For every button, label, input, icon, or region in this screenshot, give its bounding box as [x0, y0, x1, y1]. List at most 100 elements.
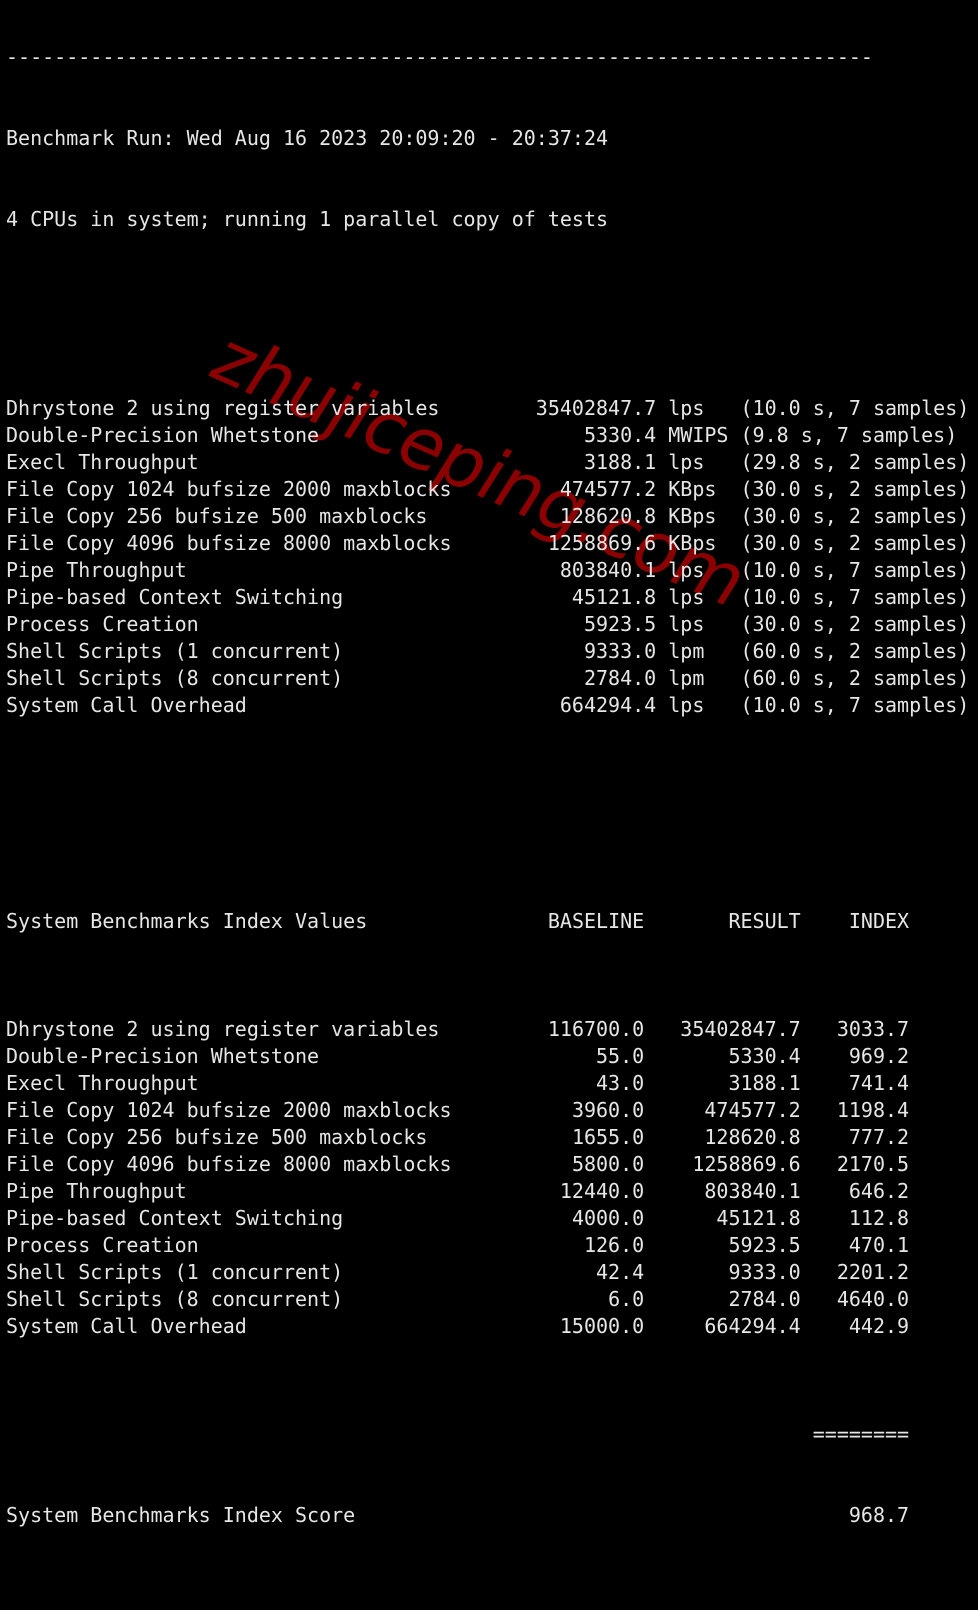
- test-name: Double-Precision Whetstone: [6, 423, 320, 447]
- index-test-name: Double-Precision Whetstone: [6, 1044, 320, 1068]
- baseline-value: 126.0: [583, 1233, 645, 1257]
- index-test-name: Shell Scripts (1 concurrent): [6, 1260, 344, 1284]
- index-table-row: File Copy 1024 bufsize 2000 maxblocks 396…: [6, 1097, 978, 1124]
- index-test-name: Execl Throughput: [6, 1071, 199, 1095]
- test-value: 9333.0: [583, 639, 657, 663]
- index-table-row: Process Creation 126.0 5923.5 470.1: [6, 1232, 978, 1259]
- test-name: File Copy 1024 bufsize 2000 maxblocks: [6, 477, 452, 501]
- index-table-row: File Copy 256 bufsize 500 maxblocks 1655.…: [6, 1124, 978, 1151]
- separator-text: ----------------------------------------…: [6, 45, 873, 69]
- index-value: 969.2: [848, 1044, 910, 1068]
- test-name: Pipe-based Context Switching: [6, 585, 344, 609]
- test-detail: (60.0 s, 2 samples): [740, 666, 970, 690]
- result-row: File Copy 1024 bufsize 2000 maxblocks 474…: [6, 476, 978, 503]
- result-value: 35402847.7: [680, 1017, 801, 1041]
- test-unit: lpm: [668, 666, 705, 690]
- test-name: Shell Scripts (1 concurrent): [6, 639, 344, 663]
- test-name: Dhrystone 2 using register variables: [6, 396, 440, 420]
- test-value: 5923.5: [583, 612, 657, 636]
- test-detail: (60.0 s, 2 samples): [740, 639, 970, 663]
- test-unit: lps: [668, 450, 705, 474]
- index-value: 442.9: [848, 1314, 910, 1338]
- index-value: 112.8: [848, 1206, 910, 1230]
- test-detail: (10.0 s, 7 samples): [740, 558, 970, 582]
- test-unit: lps: [668, 693, 705, 717]
- index-value: 741.4: [848, 1071, 910, 1095]
- index-value: 470.1: [848, 1233, 910, 1257]
- index-table-row: System Call Overhead 15000.0 664294.4 442.9: [6, 1313, 978, 1340]
- index-value: 1198.4: [836, 1098, 910, 1122]
- score-separator: ========: [812, 1422, 910, 1446]
- test-detail: (30.0 s, 2 samples): [740, 612, 970, 636]
- index-score-value: 968.7: [848, 1503, 910, 1527]
- index-table-row: Double-Precision Whetstone 55.0 5330.4 969.…: [6, 1043, 978, 1070]
- baseline-value: 12440.0: [559, 1179, 645, 1203]
- result-value: 45121.8: [716, 1206, 801, 1230]
- column-header-baseline: BASELINE: [547, 909, 645, 933]
- column-header-index: INDEX: [848, 909, 910, 933]
- index-value: 777.2: [848, 1125, 910, 1149]
- test-value: 128620.8: [559, 504, 657, 528]
- result-row: Process Creation 5923.5 lps (30.0 s, 2 samp…: [6, 611, 978, 638]
- test-detail: (10.0 s, 7 samples): [740, 585, 970, 609]
- result-value: 128620.8: [704, 1125, 801, 1149]
- baseline-value: 6.0: [608, 1287, 645, 1311]
- test-detail: (9.8 s, 7 samples): [740, 423, 958, 447]
- index-value: 646.2: [848, 1179, 910, 1203]
- baseline-value: 55.0: [596, 1044, 645, 1068]
- result-value: 5330.4: [728, 1044, 801, 1068]
- test-unit: lps: [668, 612, 705, 636]
- test-detail: (30.0 s, 2 samples): [740, 477, 970, 501]
- benchmark-run-line: Benchmark Run: Wed Aug 16 2023 20:09:20 …: [6, 125, 978, 152]
- test-value: 474577.2: [559, 477, 657, 501]
- test-value: 2784.0: [583, 666, 657, 690]
- baseline-value: 5800.0: [571, 1152, 645, 1176]
- test-detail: (10.0 s, 7 samples): [740, 693, 970, 717]
- index-test-name: File Copy 256 bufsize 500 maxblocks: [6, 1125, 428, 1149]
- index-value: 4640.0: [836, 1287, 910, 1311]
- test-name: Execl Throughput: [6, 450, 199, 474]
- index-table-row: Execl Throughput 43.0 3188.1 741.4: [6, 1070, 978, 1097]
- terminal-output: ----------------------------------------…: [6, 0, 978, 1556]
- baseline-value: 43.0: [596, 1071, 645, 1095]
- test-name: Process Creation: [6, 612, 199, 636]
- result-value: 474577.2: [704, 1098, 801, 1122]
- index-test-name: File Copy 4096 bufsize 8000 maxblocks: [6, 1152, 452, 1176]
- baseline-value: 1655.0: [571, 1125, 645, 1149]
- separator-line: ----------------------------------------…: [6, 44, 978, 71]
- test-name: File Copy 256 bufsize 500 maxblocks: [6, 504, 428, 528]
- test-detail: (30.0 s, 2 samples): [740, 504, 970, 528]
- baseline-value: 4000.0: [571, 1206, 645, 1230]
- index-table-row: Pipe-based Context Switching 4000.0 45121.…: [6, 1205, 978, 1232]
- test-unit: KBps: [668, 504, 717, 528]
- index-test-name: System Call Overhead: [6, 1314, 247, 1338]
- results-list: Dhrystone 2 using register variables 3540…: [6, 395, 978, 719]
- result-row: Shell Scripts (8 concurrent) 2784.0 lpm (60…: [6, 665, 978, 692]
- result-row: Dhrystone 2 using register variables 3540…: [6, 395, 978, 422]
- index-test-name: Shell Scripts (8 concurrent): [6, 1287, 344, 1311]
- baseline-value: 116700.0: [547, 1017, 645, 1041]
- result-value: 803840.1: [704, 1179, 801, 1203]
- index-table-header: System Benchmarks Index Values BASELINE …: [6, 908, 978, 935]
- index-test-name: Process Creation: [6, 1233, 199, 1257]
- index-test-name: Pipe Throughput: [6, 1179, 187, 1203]
- result-row: Double-Precision Whetstone 5330.4 MWIPS (9.…: [6, 422, 978, 449]
- test-detail: (29.8 s, 2 samples): [740, 450, 970, 474]
- test-detail: (10.0 s, 7 samples): [740, 396, 970, 420]
- index-table-body: Dhrystone 2 using register variables 1167…: [6, 1016, 978, 1340]
- test-name: System Call Overhead: [6, 693, 247, 717]
- result-row: Execl Throughput 3188.1 lps (29.8 s, 2 samp…: [6, 449, 978, 476]
- cpu-info-text: 4 CPUs in system; running 1 parallel cop…: [6, 207, 609, 231]
- index-value: 2170.5: [836, 1152, 910, 1176]
- test-unit: KBps: [668, 531, 717, 555]
- baseline-value: 42.4: [596, 1260, 645, 1284]
- result-value: 1258869.6: [692, 1152, 801, 1176]
- test-value: 3188.1: [583, 450, 657, 474]
- index-table-row: Shell Scripts (8 concurrent) 6.0 2784.0 464…: [6, 1286, 978, 1313]
- index-table-row: Shell Scripts (1 concurrent) 42.4 9333.0 22…: [6, 1259, 978, 1286]
- test-value: 5330.4: [583, 423, 657, 447]
- benchmark-run-text: Benchmark Run: Wed Aug 16 2023 20:09:20 …: [6, 126, 609, 150]
- index-table-row: Pipe Throughput 12440.0 803840.1 646.2: [6, 1178, 978, 1205]
- test-unit: KBps: [668, 477, 717, 501]
